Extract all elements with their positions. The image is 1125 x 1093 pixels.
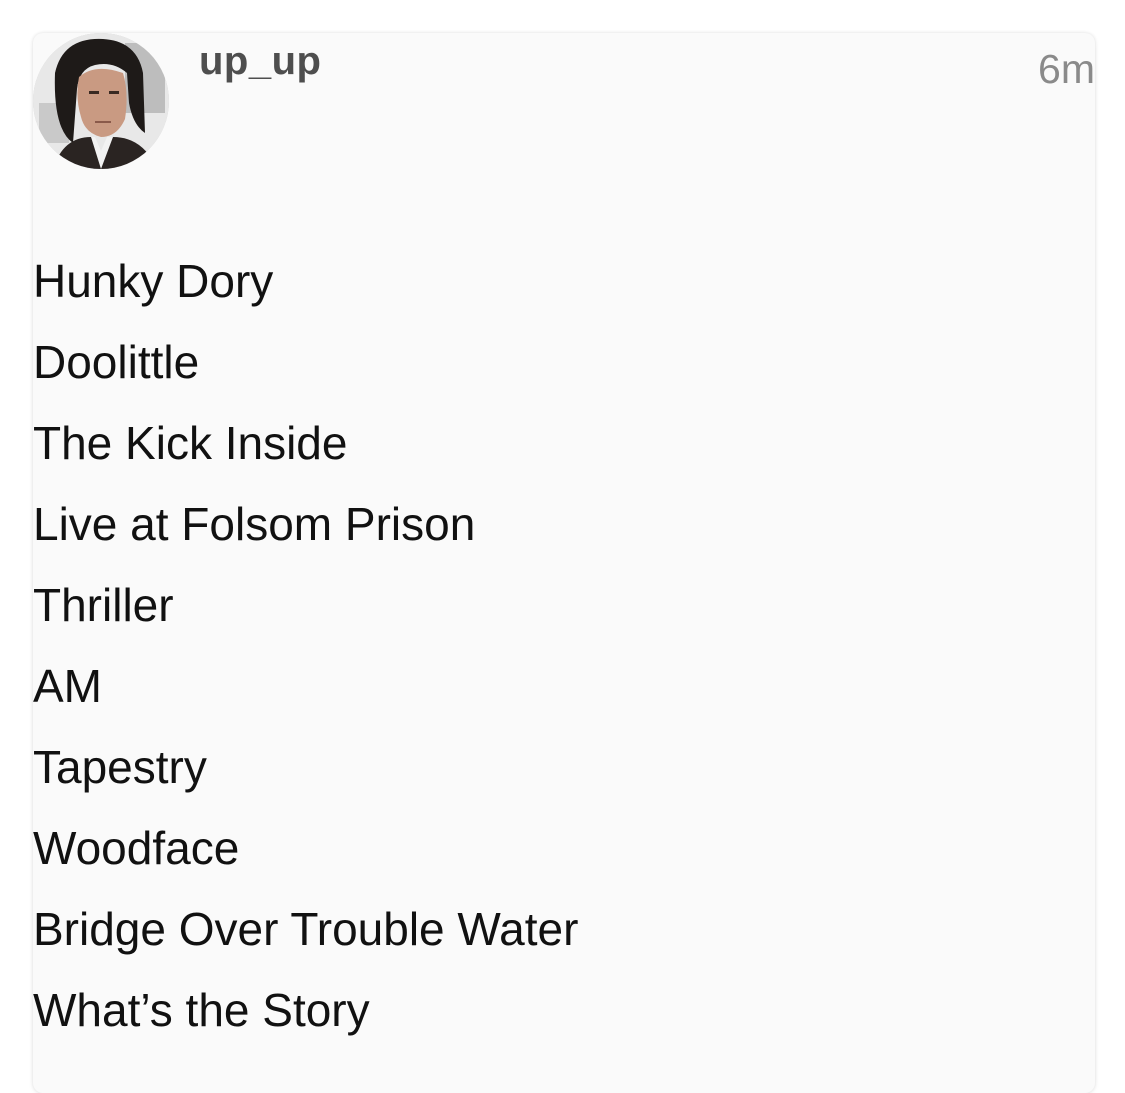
list-item: Thriller xyxy=(33,579,174,631)
list-item: Tapestry xyxy=(33,741,207,793)
post-timestamp: 6m xyxy=(1038,46,1095,92)
avatar-photo-icon xyxy=(33,33,169,169)
username[interactable]: up_up xyxy=(199,37,321,85)
post-card: up_up 6m Hunky Dory Doolittle The Kick I… xyxy=(33,33,1095,1093)
list-item: Bridge Over Trouble Water xyxy=(33,903,579,955)
list-item: Doolittle xyxy=(33,336,200,388)
album-list: Hunky Dory Doolittle The Kick Inside Liv… xyxy=(33,241,578,1051)
avatar[interactable] xyxy=(33,33,169,169)
list-item: AM xyxy=(33,660,102,712)
list-item: Hunky Dory xyxy=(33,255,274,307)
list-item: Woodface xyxy=(33,822,240,874)
list-item: Live at Folsom Prison xyxy=(33,498,476,550)
list-item: The Kick Inside xyxy=(33,417,348,469)
list-item: What’s the Story xyxy=(33,984,370,1036)
